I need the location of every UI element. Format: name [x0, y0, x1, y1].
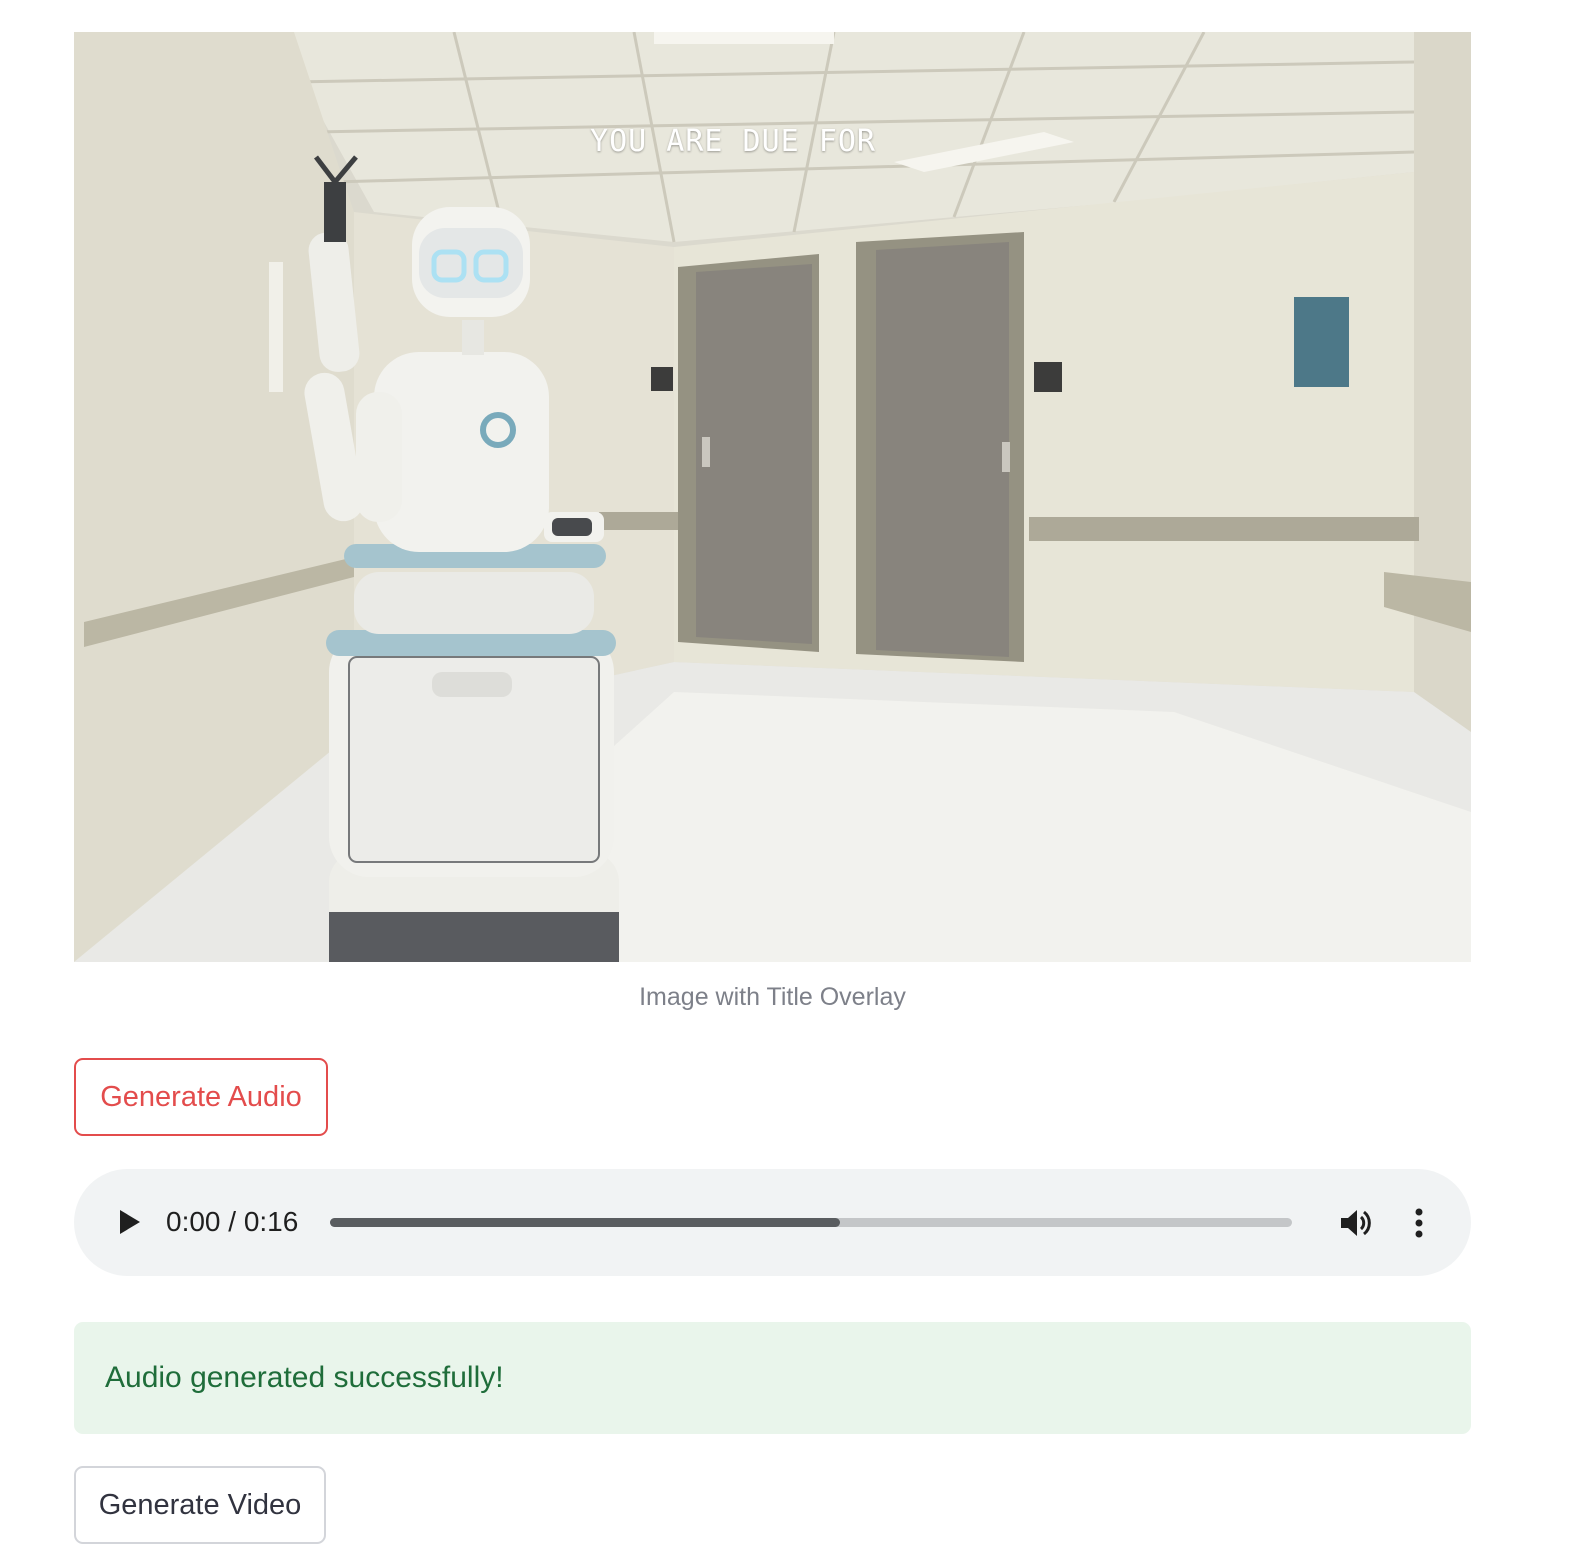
play-icon[interactable] [112, 1205, 146, 1239]
robot-hallway-photo [74, 32, 1471, 962]
audio-player: 0:00 / 0:16 [74, 1169, 1471, 1276]
success-alert: Audio generated successfully! [74, 1322, 1471, 1434]
audio-progress-fill [330, 1218, 840, 1227]
generate-video-button[interactable]: Generate Video [74, 1466, 326, 1544]
success-message: Audio generated successfully! [105, 1361, 504, 1394]
audio-time-display: 0:00 / 0:16 [166, 1206, 299, 1237]
generate-audio-button[interactable]: Generate Audio [74, 1058, 328, 1136]
volume-icon[interactable] [1336, 1203, 1376, 1243]
audio-progress-bar[interactable] [330, 1218, 1292, 1227]
title-overlay-image: YOU ARE DUE FOR [74, 32, 1471, 962]
overlay-title-text: YOU ARE DUE FOR [590, 124, 876, 159]
image-caption: Image with Title Overlay [639, 983, 906, 1011]
more-vert-icon[interactable] [1408, 1203, 1430, 1243]
